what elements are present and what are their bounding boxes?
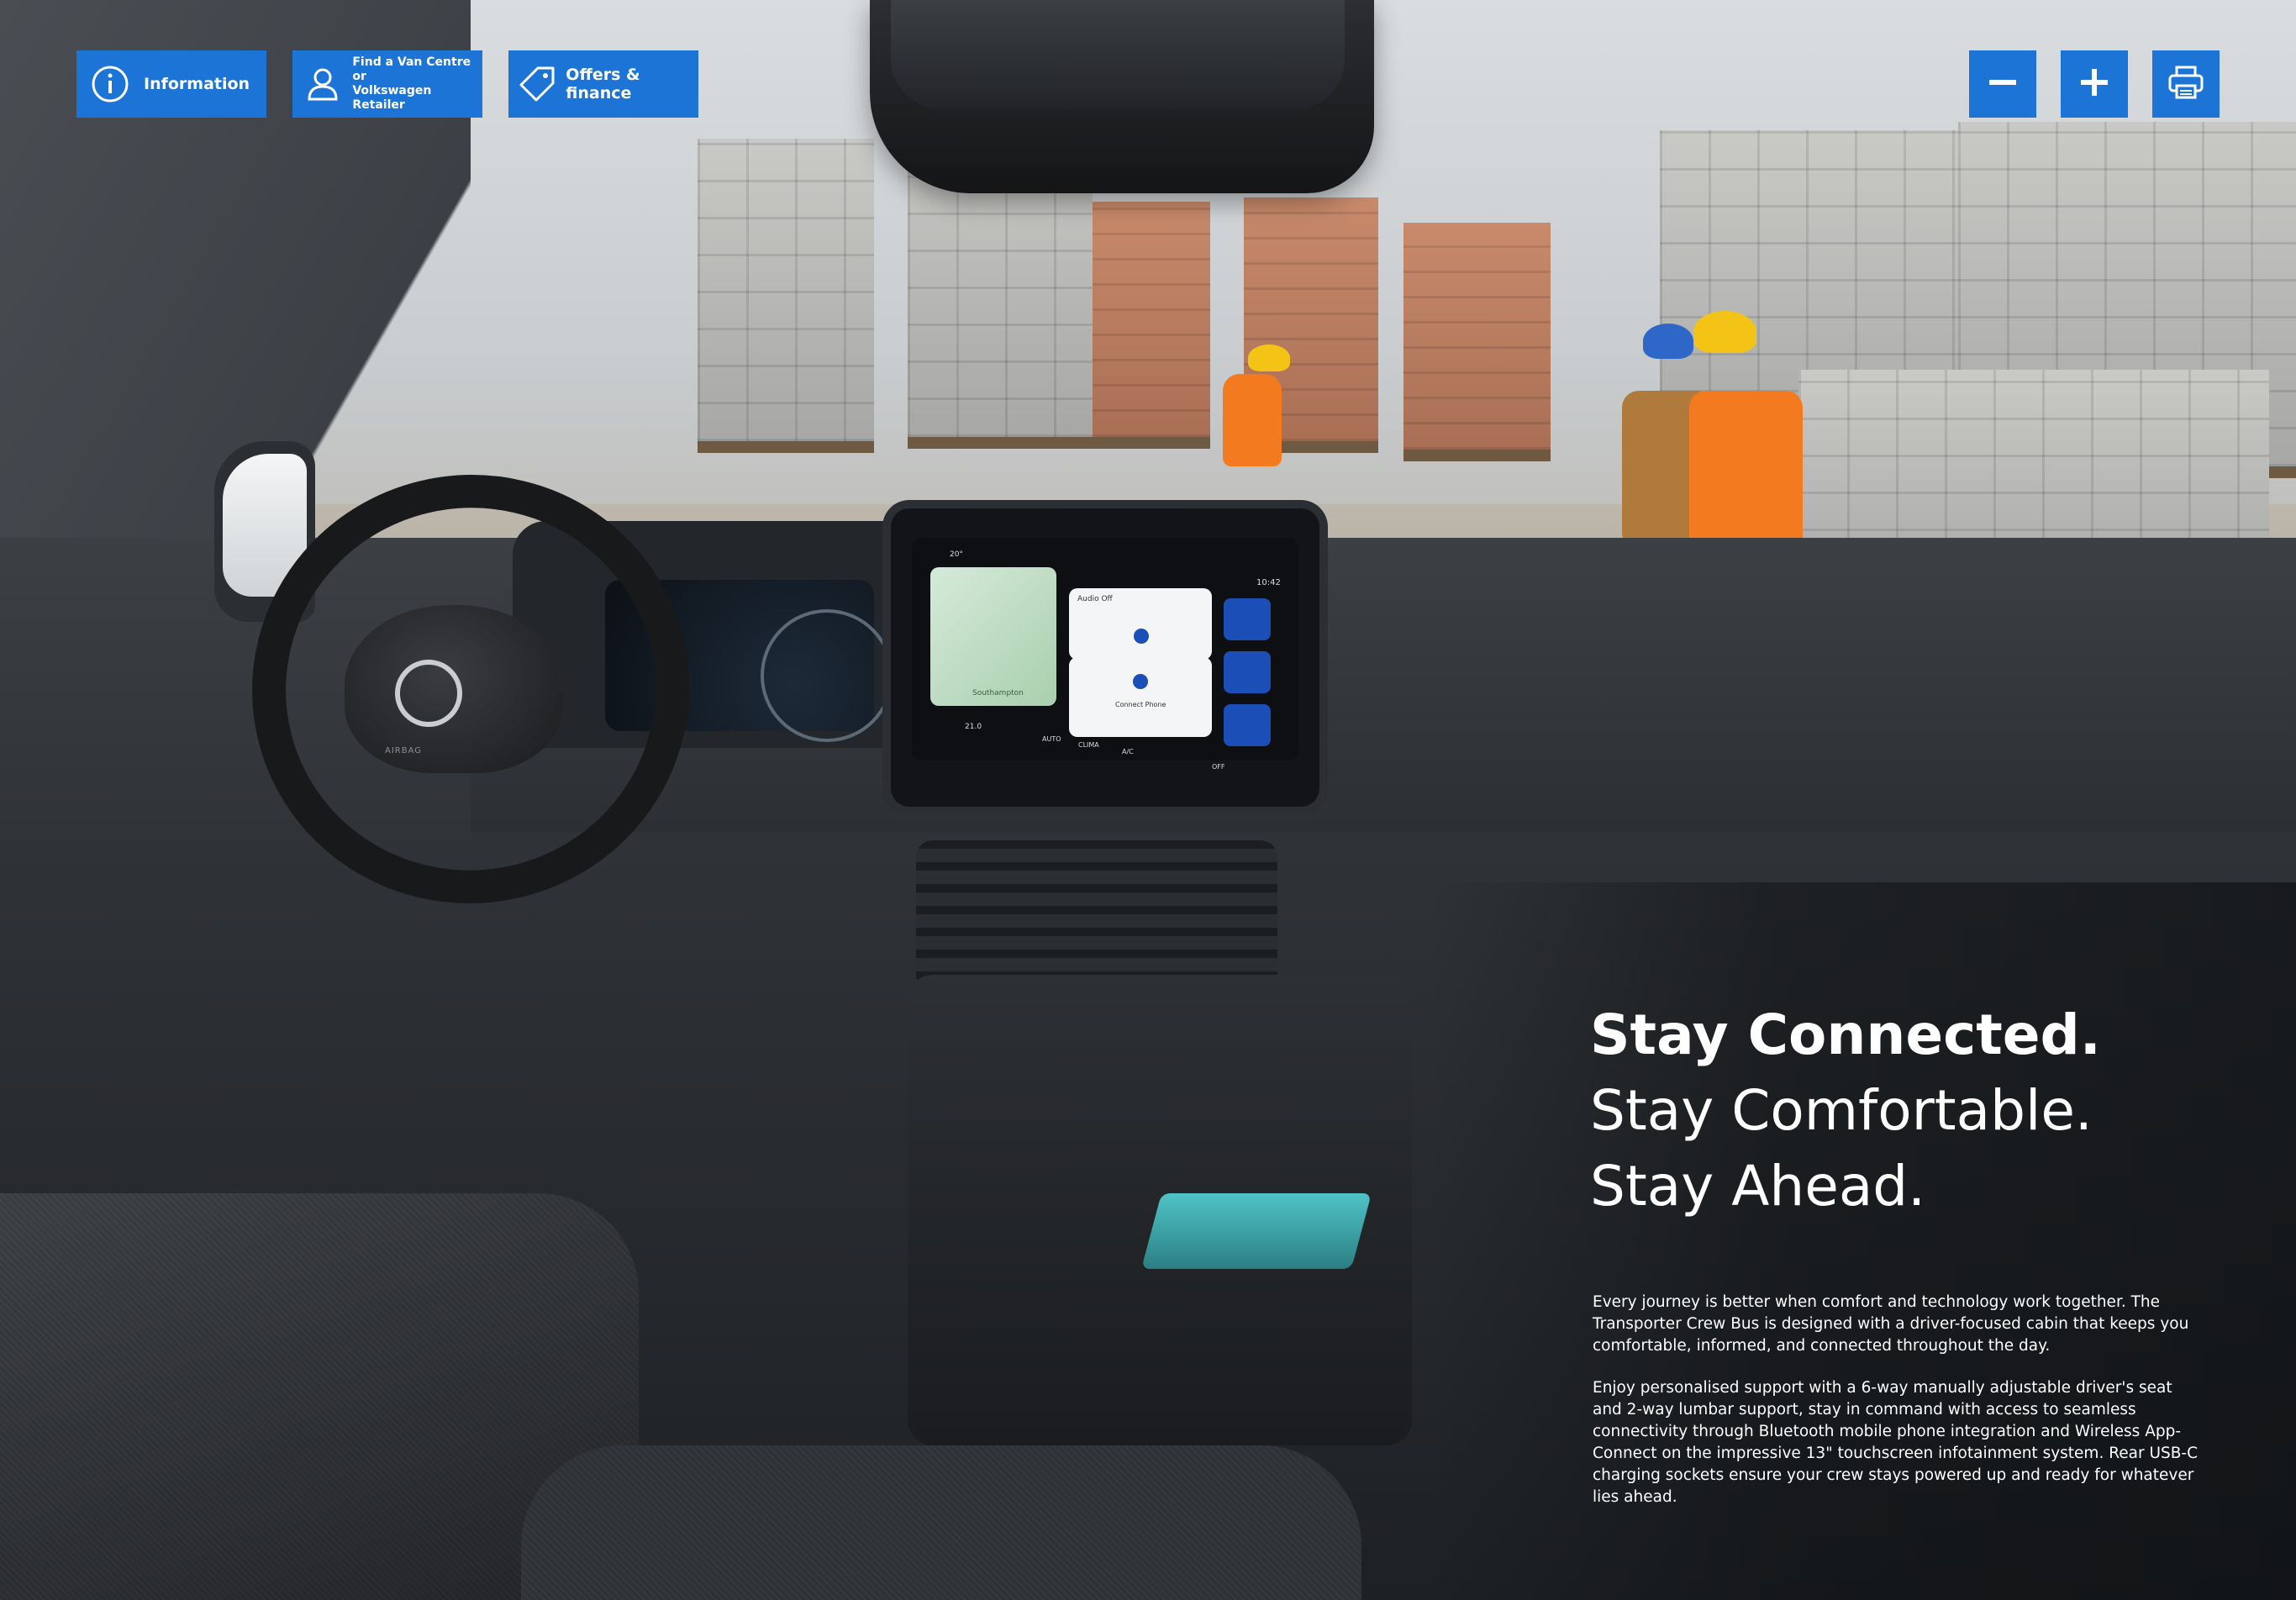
price-tag-icon [508, 50, 566, 118]
phone-icon [1133, 674, 1148, 689]
vw-logo [395, 660, 462, 727]
audio-tile: Audio Off [1069, 588, 1212, 660]
person-icon [292, 50, 352, 118]
apps-quick-icon [1224, 704, 1271, 746]
brick-pallet [1093, 202, 1210, 449]
find-retailer-line2: Volkswagen Retailer [352, 84, 432, 112]
zoom-out-button[interactable] [1969, 50, 2036, 118]
airbag-label: AIRBAG [385, 746, 423, 755]
map-label: Southampton [972, 689, 1024, 697]
settings-quick-icon [1224, 598, 1271, 640]
air-vents [916, 840, 1277, 992]
headline: Stay Connected. Stay Comfortable. Stay A… [1590, 997, 2101, 1224]
printer-icon [2166, 62, 2206, 106]
audio-icon [1134, 629, 1149, 644]
print-button[interactable] [2152, 50, 2220, 118]
climate-off: OFF [1212, 763, 1225, 771]
pallet-stack [698, 139, 874, 453]
phone-tray [1140, 1193, 1372, 1269]
body-paragraph-2: Enjoy personalised support with a 6-way … [1593, 1379, 2199, 1506]
car-quick-icon [1224, 651, 1271, 693]
headline-line-3: Stay Ahead. [1590, 1154, 1926, 1218]
climate-auto: AUTO [1042, 735, 1061, 743]
passenger-seat [521, 1445, 1361, 1600]
climate-label: CLIMA [1078, 741, 1099, 749]
body-paragraph-1: Every journey is better when comfort and… [1593, 1293, 2189, 1355]
find-retailer-line1: Find a Van Centre or [352, 55, 471, 83]
minus-icon [1984, 64, 2021, 104]
headline-line-1: Stay Connected. [1590, 1003, 2101, 1067]
map-tile: Southampton [930, 567, 1056, 706]
phone-tile: Connect Phone [1069, 657, 1212, 737]
climate-temp: 21.0 [965, 723, 982, 731]
climate-ac: A/C [1122, 748, 1134, 755]
zoom-in-button[interactable] [2061, 50, 2128, 118]
body-copy: Every journey is better when comfort and… [1593, 1292, 2198, 1529]
offers-finance-label: Offers & finance [566, 66, 640, 103]
information-button[interactable]: Information [76, 50, 266, 118]
offers-finance-button[interactable]: Offers & finance [508, 50, 698, 118]
speed-gauge [761, 609, 893, 742]
audio-tile-label: Audio Off [1077, 595, 1113, 603]
find-retailer-label: Find a Van Centre or Volkswagen Retailer [352, 55, 482, 113]
info-icon [76, 50, 144, 118]
information-label: Information [144, 75, 250, 93]
phone-tile-label: Connect Phone [1115, 701, 1166, 708]
headline-line-2: Stay Comfortable. [1590, 1078, 2093, 1143]
rear-view-mirror-glass [891, 0, 1345, 109]
brick-pallet [1403, 223, 1551, 461]
plus-icon [2076, 64, 2113, 104]
find-retailer-button[interactable]: Find a Van Centre or Volkswagen Retailer [292, 50, 482, 118]
temperature: 20° [950, 550, 963, 559]
clock: 10:42 [1256, 578, 1281, 587]
